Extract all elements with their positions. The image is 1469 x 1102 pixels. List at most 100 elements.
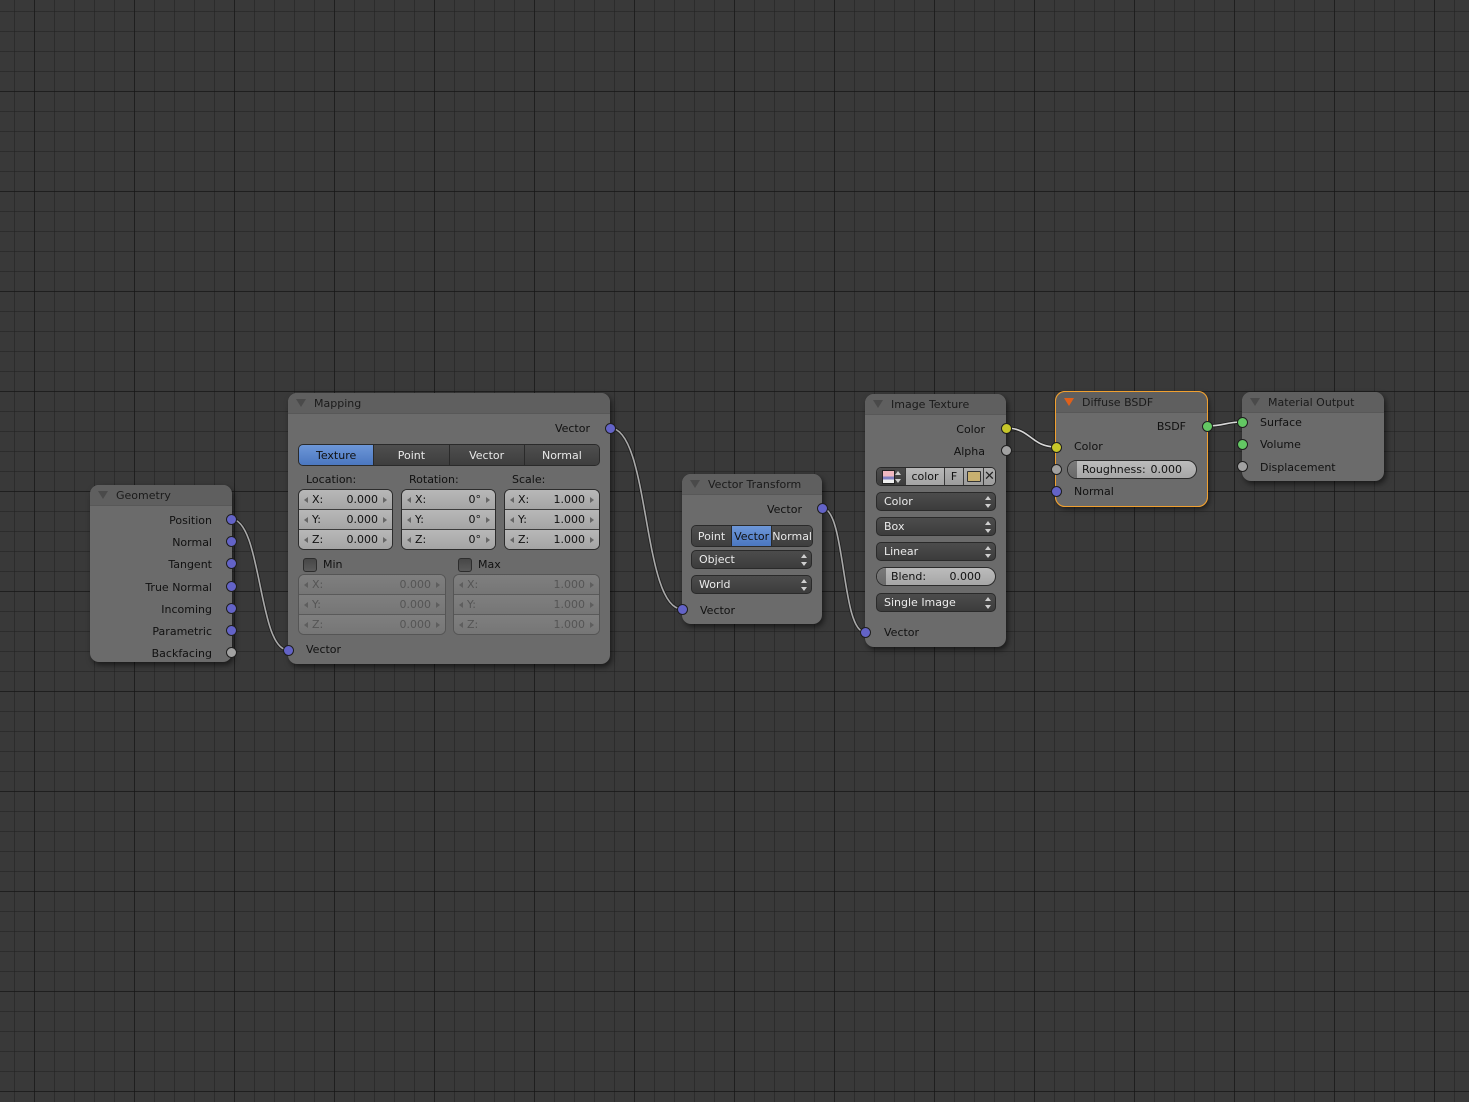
- increment-arrow-icon[interactable]: [590, 496, 594, 503]
- geometry-node[interactable]: Geometry Position Normal Tangent True No…: [90, 485, 232, 662]
- rotation-y-field[interactable]: Y: 0°: [402, 510, 495, 530]
- socket-image-color-out[interactable]: [1001, 423, 1012, 434]
- max-y-field[interactable]: Y: 1.000: [454, 595, 599, 615]
- node-header[interactable]: Diffuse BSDF: [1056, 392, 1207, 413]
- collapse-triangle-icon[interactable]: [98, 491, 108, 499]
- max-z-field[interactable]: Z: 1.000: [454, 615, 599, 634]
- decrement-arrow-icon[interactable]: [304, 536, 308, 543]
- open-image-button[interactable]: [964, 468, 984, 485]
- link-vector-transform-to-image-texture[interactable]: [820, 506, 867, 634]
- socket-position-out[interactable]: [226, 514, 237, 525]
- type-point-button[interactable]: Point: [374, 445, 450, 465]
- socket-backfacing-out[interactable]: [226, 647, 237, 658]
- vector-transform-node[interactable]: Vector Transform Vector Point Vector Nor…: [682, 474, 822, 624]
- increment-arrow-icon[interactable]: [383, 536, 387, 543]
- input-displacement: Displacement: [1260, 461, 1336, 474]
- decrement-arrow-icon[interactable]: [407, 496, 411, 503]
- min-x-field[interactable]: X: 0.000: [299, 575, 445, 595]
- increment-arrow-icon[interactable]: [383, 496, 387, 503]
- convert-from-dropdown[interactable]: Object: [691, 550, 812, 569]
- min-y-field[interactable]: Y: 0.000: [299, 595, 445, 615]
- min-z-field[interactable]: Z: 0.000: [299, 615, 445, 634]
- link-mapping-to-vector-transform[interactable]: [608, 426, 684, 611]
- increment-arrow-icon[interactable]: [486, 496, 490, 503]
- color-space-dropdown[interactable]: Color: [876, 492, 996, 511]
- node-header[interactable]: Geometry: [90, 485, 232, 506]
- rotation-x-field[interactable]: X: 0°: [402, 490, 495, 510]
- node-header[interactable]: Mapping: [288, 393, 610, 414]
- socket-roughness-in[interactable]: [1051, 464, 1062, 475]
- link-geometry-to-mapping[interactable]: [229, 517, 290, 652]
- decrement-arrow-icon[interactable]: [407, 536, 411, 543]
- type-vector-button[interactable]: Vector: [732, 526, 773, 546]
- collapse-triangle-icon[interactable]: [1250, 398, 1260, 406]
- collapse-triangle-icon[interactable]: [1064, 398, 1074, 406]
- material-output-node[interactable]: Material Output Surface Volume Displacem…: [1242, 392, 1384, 481]
- decrement-arrow-icon[interactable]: [510, 516, 514, 523]
- image-name-field[interactable]: color: [906, 468, 945, 485]
- socket-true-normal-out[interactable]: [226, 581, 237, 592]
- socket-mapping-vector-out[interactable]: [605, 423, 616, 434]
- node-header[interactable]: Vector Transform: [682, 474, 822, 495]
- increment-arrow-icon[interactable]: [383, 516, 387, 523]
- location-y-field[interactable]: Y: 0.000: [299, 510, 392, 530]
- socket-normal-out[interactable]: [226, 536, 237, 547]
- convert-to-dropdown[interactable]: World: [691, 575, 812, 594]
- increment-arrow-icon[interactable]: [590, 536, 594, 543]
- node-header[interactable]: Material Output: [1242, 392, 1384, 413]
- socket-volume-in[interactable]: [1237, 439, 1248, 450]
- collapse-triangle-icon[interactable]: [690, 480, 700, 488]
- decrement-arrow-icon[interactable]: [510, 536, 514, 543]
- socket-incoming-out[interactable]: [226, 603, 237, 614]
- rotation-z-field[interactable]: Z: 0°: [402, 530, 495, 549]
- socket-displacement-in[interactable]: [1237, 461, 1248, 472]
- mapping-node[interactable]: Mapping Vector Texture Point Vector Norm…: [288, 393, 610, 664]
- collapse-triangle-icon[interactable]: [296, 399, 306, 407]
- min-label: Min: [323, 558, 343, 571]
- type-normal-button[interactable]: Normal: [772, 526, 812, 546]
- scale-z-field[interactable]: Z: 1.000: [505, 530, 599, 549]
- scale-x-field[interactable]: X: 1.000: [505, 490, 599, 510]
- socket-surface-in[interactable]: [1237, 417, 1248, 428]
- scale-y-field[interactable]: Y: 1.000: [505, 510, 599, 530]
- location-z-field[interactable]: Z: 0.000: [299, 530, 392, 549]
- node-header[interactable]: Image Texture: [865, 394, 1006, 415]
- type-vector-button[interactable]: Vector: [449, 445, 525, 465]
- interpolation-dropdown[interactable]: Linear: [876, 542, 996, 561]
- source-dropdown[interactable]: Single Image: [876, 593, 996, 612]
- increment-arrow-icon[interactable]: [486, 536, 490, 543]
- socket-vt-vector-out[interactable]: [817, 503, 828, 514]
- max-x-field[interactable]: X: 1.000: [454, 575, 599, 595]
- projection-dropdown[interactable]: Box: [876, 517, 996, 536]
- socket-image-vector-in[interactable]: [860, 627, 871, 638]
- socket-image-alpha-out[interactable]: [1001, 445, 1012, 456]
- socket-parametric-out[interactable]: [226, 625, 237, 636]
- socket-bsdf-out[interactable]: [1202, 421, 1213, 432]
- socket-mapping-vector-in[interactable]: [283, 645, 294, 656]
- socket-tangent-out[interactable]: [226, 558, 237, 569]
- min-checkbox[interactable]: [303, 558, 317, 572]
- type-texture-button[interactable]: Texture: [299, 445, 375, 465]
- decrement-arrow-icon[interactable]: [510, 496, 514, 503]
- socket-diffuse-normal-in[interactable]: [1051, 486, 1062, 497]
- location-x-field[interactable]: X: 0.000: [299, 490, 392, 510]
- increment-arrow-icon[interactable]: [590, 516, 594, 523]
- socket-vt-vector-in[interactable]: [677, 604, 688, 615]
- unlink-image-button[interactable]: ✕: [984, 468, 995, 485]
- collapse-triangle-icon[interactable]: [873, 400, 883, 408]
- socket-diffuse-color-in[interactable]: [1051, 442, 1062, 453]
- link-image-color-to-diffuse-color[interactable]: [1004, 426, 1058, 449]
- decrement-arrow-icon[interactable]: [304, 516, 308, 523]
- decrement-arrow-icon[interactable]: [304, 496, 308, 503]
- image-texture-node[interactable]: Image Texture Color Alpha color F ✕ Colo…: [865, 394, 1006, 647]
- fake-user-button[interactable]: F: [945, 468, 964, 485]
- type-normal-button[interactable]: Normal: [524, 445, 599, 465]
- decrement-arrow-icon[interactable]: [407, 516, 411, 523]
- max-checkbox[interactable]: [458, 558, 472, 572]
- type-point-button[interactable]: Point: [692, 526, 733, 546]
- increment-arrow-icon[interactable]: [486, 516, 490, 523]
- image-browse-button[interactable]: [877, 468, 906, 485]
- blend-slider[interactable]: Blend: 0.000: [876, 567, 996, 586]
- diffuse-bsdf-node[interactable]: Diffuse BSDF BSDF Color Roughness: 0.000…: [1055, 391, 1208, 507]
- roughness-slider[interactable]: Roughness: 0.000: [1067, 460, 1197, 479]
